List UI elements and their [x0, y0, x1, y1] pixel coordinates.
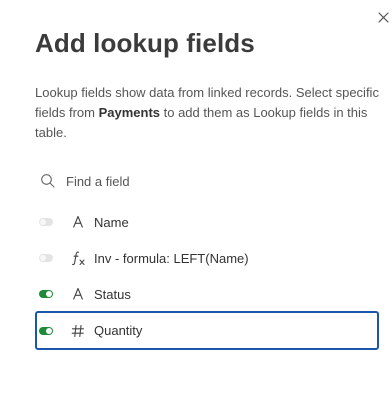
close-button[interactable] — [376, 10, 392, 26]
search-input[interactable] — [66, 173, 346, 189]
field-toggle[interactable] — [39, 254, 53, 262]
text-type-icon — [70, 214, 86, 230]
field-label: Quantity — [94, 323, 143, 338]
search-icon — [40, 173, 56, 189]
number-type-icon — [70, 323, 86, 339]
dialog-description: Lookup fields show data from linked reco… — [35, 83, 380, 143]
linked-table-name: Payments — [98, 105, 160, 120]
close-icon — [376, 10, 392, 26]
text-type-icon — [70, 286, 86, 302]
formula-type-icon — [70, 250, 86, 266]
field-toggle[interactable] — [39, 218, 53, 226]
field-toggle[interactable] — [39, 290, 53, 298]
field-label: Inv - formula: LEFT(Name) — [94, 250, 249, 266]
field-row-status[interactable]: Status — [35, 276, 379, 312]
add-lookup-fields-dialog: Add lookup fields Lookup fields show dat… — [0, 0, 392, 395]
field-row-name[interactable]: Name — [35, 204, 379, 240]
field-label: Status — [94, 286, 131, 302]
field-label: Name — [94, 214, 129, 230]
field-toggle[interactable] — [39, 326, 53, 335]
field-search — [35, 169, 365, 193]
field-row-quantity[interactable]: Quantity — [35, 311, 379, 350]
field-row-inv-formula[interactable]: Inv - formula: LEFT(Name) — [35, 240, 379, 276]
dialog-title: Add lookup fields — [35, 28, 255, 58]
